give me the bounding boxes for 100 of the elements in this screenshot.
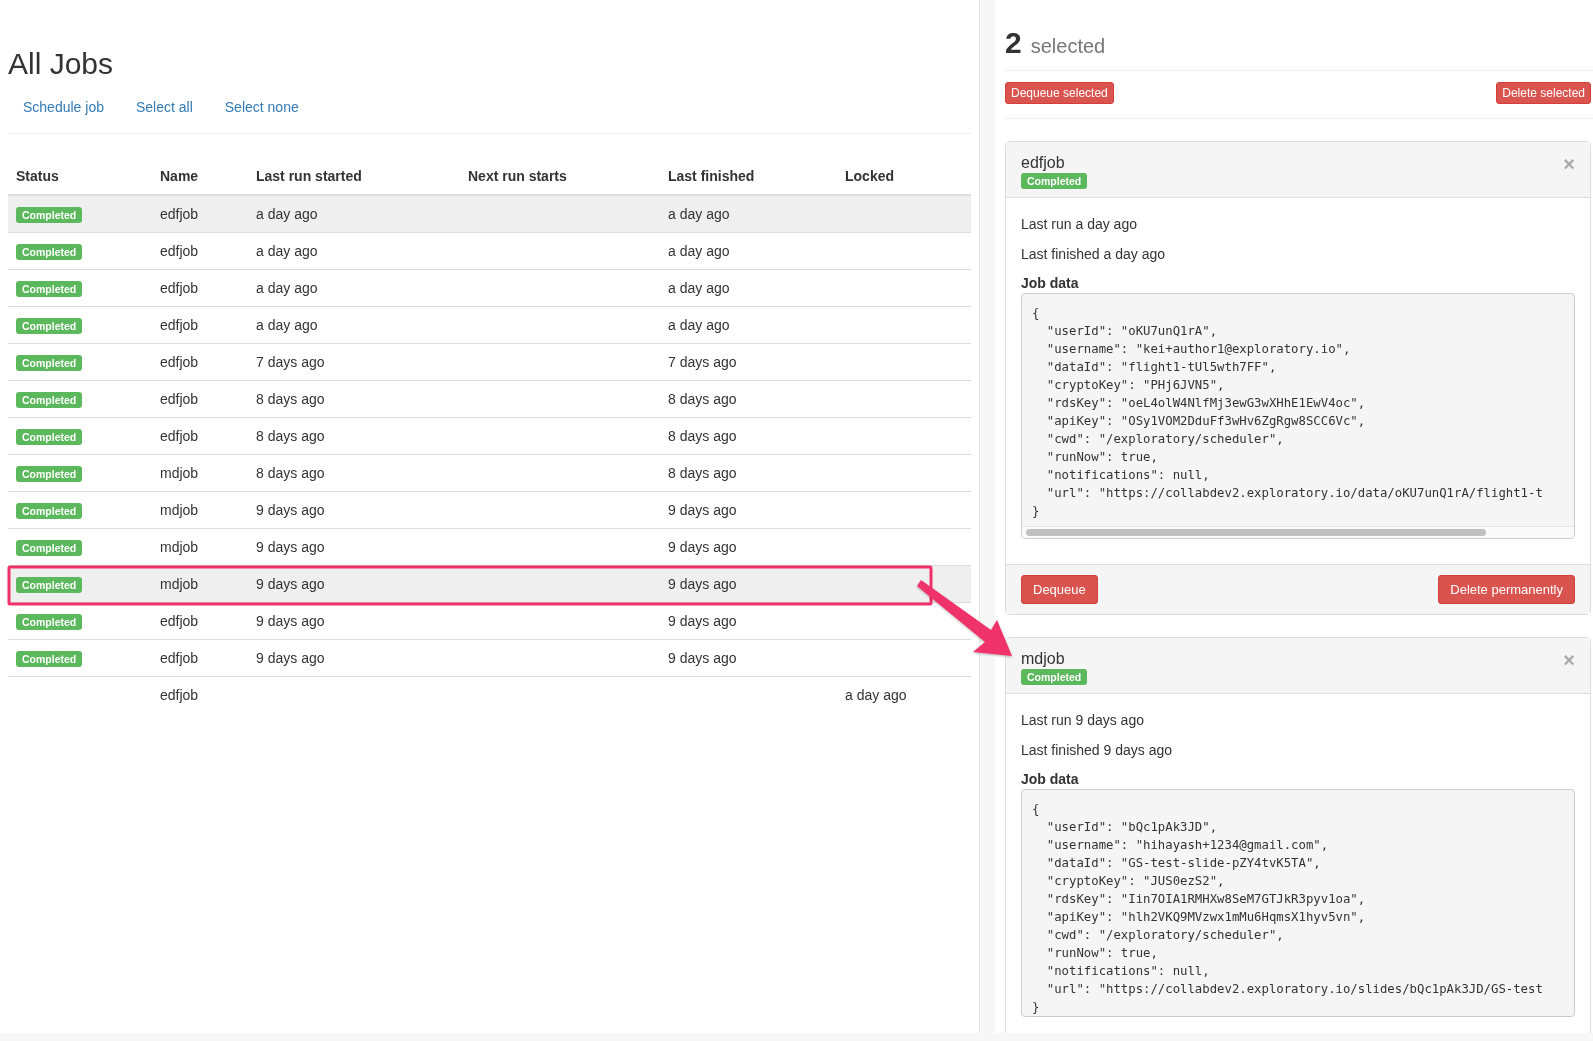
code-line: { bbox=[1032, 305, 1041, 322]
status-badge: Completed bbox=[1021, 669, 1088, 685]
code-line: "notifications": null, bbox=[1045, 467, 1211, 484]
action-link[interactable]: Select all bbox=[135, 99, 193, 115]
delete-selected-button[interactable]: Delete selected bbox=[1496, 82, 1591, 104]
table-cell: 9 days ago bbox=[668, 650, 737, 666]
column-header: Last finished bbox=[667, 168, 756, 184]
table-cell: a day ago bbox=[668, 317, 730, 333]
scrollbar-thumb[interactable] bbox=[1026, 529, 1486, 536]
delete-permanently-button[interactable]: Delete permanently bbox=[1438, 575, 1575, 604]
code-line: "apiKey": "hlh2VKQ9MVzwx1mMu6HqmsX1hyv5vn", bbox=[1045, 909, 1367, 926]
status-badge: Completed bbox=[16, 650, 83, 667]
table-cell: a day ago bbox=[256, 280, 318, 296]
table-cell: 7 days ago bbox=[256, 354, 325, 370]
table-cell: a day ago bbox=[256, 317, 318, 333]
last-finished-text: Last finished 9 days ago bbox=[1021, 741, 1173, 759]
table-cell: mdjob bbox=[160, 539, 199, 555]
code-line: "dataId": "GS-test-slide-pZY4tvK5TA", bbox=[1045, 855, 1322, 872]
table-cell: 8 days ago bbox=[256, 391, 325, 407]
table-row[interactable]: Completed mdjob 9 days ago 9 days ago bbox=[8, 565, 971, 602]
table-cell: 8 days ago bbox=[668, 428, 737, 444]
table-cell: edfjob bbox=[160, 650, 199, 666]
job-data-label: Job data bbox=[1021, 771, 1080, 787]
table-cell: edfjob bbox=[160, 354, 199, 370]
code-line: "rdsKey": "oeL4olW4NlfMj3ewG3wXHhE1EwV4oc", bbox=[1045, 395, 1367, 412]
table-cell: edfjob bbox=[160, 391, 199, 407]
table-cell: 9 days ago bbox=[256, 539, 325, 555]
table-cell: a day ago bbox=[256, 243, 318, 259]
table-cell: 8 days ago bbox=[668, 391, 737, 407]
page-title: All Jobs bbox=[8, 46, 115, 82]
dequeue-button[interactable]: Dequeue bbox=[1021, 575, 1098, 604]
table-cell: 9 days ago bbox=[256, 502, 325, 518]
table-cell: 8 days ago bbox=[256, 465, 325, 481]
status-badge: Completed bbox=[16, 317, 83, 334]
table-cell: a day ago bbox=[668, 206, 730, 222]
table-cell: mdjob bbox=[160, 465, 199, 481]
table-cell: 9 days ago bbox=[256, 613, 325, 629]
table-cell: a day ago bbox=[256, 206, 318, 222]
table-cell: 9 days ago bbox=[668, 539, 737, 555]
code-line: } bbox=[1032, 999, 1041, 1016]
status-badge: Completed bbox=[16, 539, 83, 556]
table-cell: a day ago bbox=[845, 687, 907, 703]
status-badge: Completed bbox=[16, 576, 83, 593]
table-cell: edfjob bbox=[160, 243, 199, 259]
code-line: "cwd": "/exploratory/scheduler", bbox=[1045, 927, 1285, 944]
code-line: "cwd": "/exploratory/scheduler", bbox=[1045, 431, 1285, 448]
table-cell: 8 days ago bbox=[256, 428, 325, 444]
dequeue-selected-button[interactable]: Dequeue selected bbox=[1005, 82, 1114, 104]
job-data-label: Job data bbox=[1021, 275, 1080, 291]
job-name: mdjob bbox=[1021, 650, 1066, 668]
table-cell: edfjob bbox=[160, 613, 199, 629]
column-header: Name bbox=[159, 168, 200, 184]
table-cell: 9 days ago bbox=[668, 613, 737, 629]
code-line: "apiKey": "OSy1VOM2DduFf3wHv6ZgRgw8SCC6Vc", bbox=[1045, 413, 1367, 430]
status-badge: Completed bbox=[16, 243, 83, 260]
table-cell: edfjob bbox=[160, 428, 199, 444]
status-badge: Completed bbox=[16, 465, 83, 482]
table-cell: 9 days ago bbox=[256, 576, 325, 592]
column-header: Status bbox=[15, 168, 60, 184]
last-run-text: Last run a day ago bbox=[1021, 215, 1138, 233]
table-cell: a day ago bbox=[668, 243, 730, 259]
code-line: } bbox=[1032, 503, 1041, 520]
code-line: { bbox=[1032, 801, 1041, 818]
table-cell: mdjob bbox=[160, 576, 199, 592]
status-badge: Completed bbox=[16, 391, 83, 408]
code-line: "cryptoKey": "PHj6JVN5", bbox=[1045, 377, 1226, 394]
table-cell: edfjob bbox=[160, 206, 199, 222]
column-header: Next run starts bbox=[467, 168, 568, 184]
selected-count: 2 bbox=[1005, 26, 1022, 60]
table-cell: a day ago bbox=[668, 280, 730, 296]
code-line: "username": "kei+author1@exploratory.io", bbox=[1045, 341, 1352, 358]
table-cell: 8 days ago bbox=[668, 465, 737, 481]
code-line: "username": "hihayash+1234@gmail.com", bbox=[1045, 837, 1330, 854]
action-link[interactable]: Select none bbox=[224, 99, 299, 115]
code-line: "dataId": "flight1-tUl5wth7FF", bbox=[1045, 359, 1278, 376]
code-line: "url": "https://collabdev2.exploratory.io/slides/bQc1pAk3JD/GS-test bbox=[1045, 981, 1544, 998]
table-cell: mdjob bbox=[160, 502, 199, 518]
column-header: Last run started bbox=[255, 168, 363, 184]
last-finished-text: Last finished a day ago bbox=[1021, 245, 1166, 263]
status-badge: Completed bbox=[16, 428, 83, 445]
action-link[interactable]: Schedule job bbox=[23, 99, 104, 115]
code-line: "runNow": true, bbox=[1045, 449, 1159, 466]
table-row[interactable]: Completed edfjob a day ago a day ago bbox=[8, 196, 971, 232]
table-cell: 9 days ago bbox=[256, 650, 325, 666]
job-name: edfjob bbox=[1021, 154, 1066, 172]
status-badge: Completed bbox=[16, 354, 83, 371]
code-line: "userId": "bQc1pAk3JD", bbox=[1045, 819, 1219, 836]
code-line: "runNow": true, bbox=[1045, 945, 1159, 962]
table-cell: edfjob bbox=[160, 317, 199, 333]
status-badge: Completed bbox=[1021, 173, 1088, 189]
status-badge: Completed bbox=[16, 502, 83, 519]
table-cell: 9 days ago bbox=[668, 576, 737, 592]
selected-label: selected bbox=[1030, 35, 1106, 58]
code-line: "notifications": null, bbox=[1045, 963, 1211, 980]
code-line: "rdsKey": "Iin7OIA1RMHXw8SeM7GTJkR3pyv1oa", bbox=[1045, 891, 1367, 908]
column-header: Locked bbox=[844, 168, 895, 184]
status-badge: Completed bbox=[16, 280, 83, 297]
code-line: "cryptoKey": "JUS0ezS2", bbox=[1045, 873, 1226, 890]
status-badge: Completed bbox=[16, 613, 83, 630]
code-line: "url": "https://collabdev2.exploratory.io/data/oKU7unQ1rA/flight1-t bbox=[1045, 485, 1544, 502]
